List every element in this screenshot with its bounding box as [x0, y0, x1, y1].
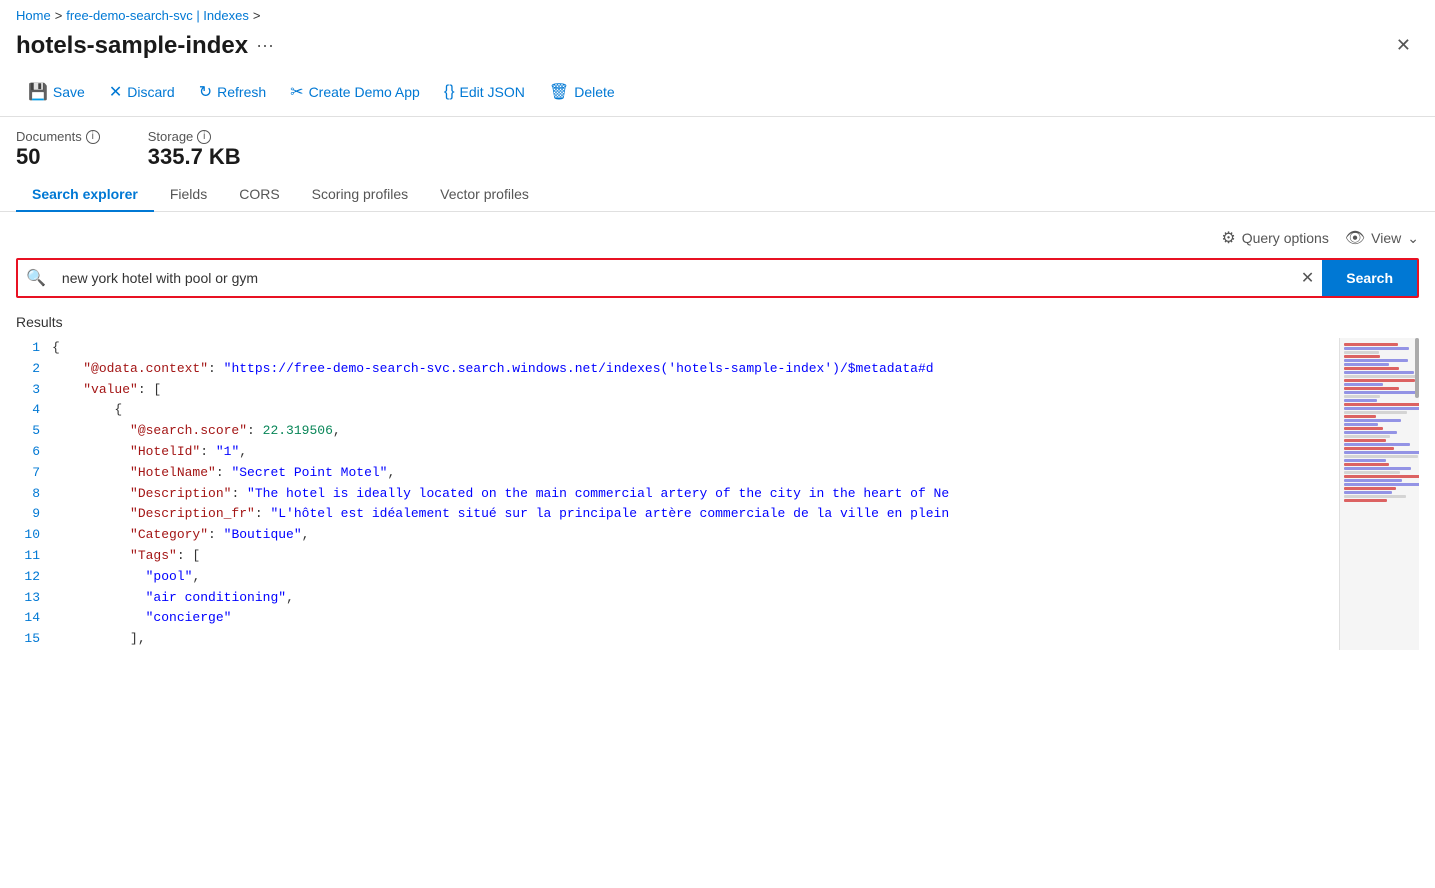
code-line: "value": [	[52, 380, 1339, 401]
line-number: 10	[16, 525, 40, 546]
discard-icon: ✕	[109, 82, 122, 102]
documents-info-icon: i	[86, 130, 100, 144]
code-line: "Description": "The hotel is ideally loc…	[52, 484, 1339, 505]
line-number: 9	[16, 504, 40, 525]
breadcrumb-sep1: >	[55, 8, 63, 23]
close-button[interactable]: ✕	[1388, 31, 1419, 60]
breadcrumb: Home > free-demo-search-svc | Indexes >	[0, 0, 1435, 27]
code-line: "@odata.context": "https://free-demo-sea…	[52, 359, 1339, 380]
breadcrumb-sep2: >	[253, 8, 261, 23]
code-line: "HotelName": "Secret Point Motel",	[52, 463, 1339, 484]
code-line: ],	[52, 629, 1339, 650]
line-number: 5	[16, 421, 40, 442]
breadcrumb-home[interactable]: Home	[16, 8, 51, 23]
page-title: hotels-sample-index	[16, 32, 248, 60]
minimap	[1339, 338, 1419, 650]
line-number: 7	[16, 463, 40, 484]
line-number: 6	[16, 442, 40, 463]
code-line: "Category": "Boutique",	[52, 525, 1339, 546]
documents-stat: Documents i 50	[16, 129, 100, 170]
toolbar: 💾 Save ✕ Discard ↻ Refresh ✂ Create Demo…	[0, 68, 1435, 117]
line-number: 1	[16, 338, 40, 359]
tab-scoring-profiles[interactable]: Scoring profiles	[296, 178, 425, 212]
search-magnifier-icon: 🔍	[26, 268, 46, 288]
search-submit-button[interactable]: Search	[1322, 260, 1417, 296]
line-number: 8	[16, 484, 40, 505]
save-icon: 💾	[28, 82, 48, 102]
search-clear-button[interactable]: ✕	[1293, 260, 1322, 296]
storage-info-icon: i	[197, 130, 211, 144]
tab-cors[interactable]: CORS	[223, 178, 295, 212]
line-number: 3	[16, 380, 40, 401]
edit-json-button[interactable]: {} Edit JSON	[432, 77, 537, 107]
documents-value: 50	[16, 144, 100, 170]
results-label: Results	[16, 314, 1419, 330]
line-number: 15	[16, 629, 40, 650]
discard-button[interactable]: ✕ Discard	[97, 76, 187, 108]
line-number: 13	[16, 588, 40, 609]
storage-stat: Storage i 335.7 KB	[148, 129, 241, 170]
delete-icon: 🗑	[549, 82, 569, 102]
code-line: "concierge"	[52, 608, 1339, 629]
documents-label: Documents	[16, 129, 82, 144]
gear-icon: ⚙	[1221, 228, 1235, 248]
query-options-button[interactable]: ⚙ Query options	[1221, 228, 1329, 248]
line-number: 2	[16, 359, 40, 380]
line-numbers: 123456789101112131415	[16, 338, 52, 650]
code-line: {	[52, 338, 1339, 359]
results-area: Results 123456789101112131415 { "@odata.…	[0, 306, 1435, 658]
code-line: "pool",	[52, 567, 1339, 588]
refresh-icon: ↻	[199, 82, 212, 102]
code-content: { "@odata.context": "https://free-demo-s…	[52, 338, 1339, 650]
view-icon: 👁	[1345, 228, 1365, 248]
search-input[interactable]	[54, 260, 1293, 296]
save-button[interactable]: 💾 Save	[16, 76, 97, 108]
edit-json-icon: {}	[444, 83, 455, 101]
line-number: 12	[16, 567, 40, 588]
stats-row: Documents i 50 Storage i 335.7 KB	[0, 117, 1435, 178]
search-box: 🔍 ✕ Search	[16, 258, 1419, 298]
code-line: "Tags": [	[52, 546, 1339, 567]
page-header: hotels-sample-index ··· ✕	[0, 27, 1435, 68]
tab-search-explorer[interactable]: Search explorer	[16, 178, 154, 212]
create-demo-app-button[interactable]: ✂ Create Demo App	[278, 76, 432, 108]
minimap-scrollbar[interactable]	[1415, 338, 1419, 398]
search-area: ⚙ Query options 👁 View ⌄ 🔍 ✕ Search	[0, 212, 1435, 306]
tab-vector-profiles[interactable]: Vector profiles	[424, 178, 545, 212]
tabs: Search explorerFieldsCORSScoring profile…	[0, 178, 1435, 212]
line-number: 11	[16, 546, 40, 567]
minimap-content	[1340, 338, 1419, 507]
storage-label: Storage	[148, 129, 194, 144]
delete-button[interactable]: 🗑 Delete	[537, 76, 627, 108]
code-line: "air conditioning",	[52, 588, 1339, 609]
chevron-down-icon: ⌄	[1407, 230, 1419, 247]
view-button[interactable]: 👁 View ⌄	[1345, 228, 1419, 248]
breadcrumb-service[interactable]: free-demo-search-svc | Indexes	[66, 8, 249, 23]
storage-value: 335.7 KB	[148, 144, 241, 170]
line-number: 14	[16, 608, 40, 629]
code-line: "Description_fr": "L'hôtel est idéalemen…	[52, 504, 1339, 525]
code-line: "HotelId": "1",	[52, 442, 1339, 463]
page-options-ellipsis[interactable]: ···	[256, 35, 274, 56]
code-line: "@search.score": 22.319506,	[52, 421, 1339, 442]
tab-fields[interactable]: Fields	[154, 178, 223, 212]
code-block: 123456789101112131415 { "@odata.context"…	[16, 338, 1419, 650]
code-line: {	[52, 400, 1339, 421]
line-number: 4	[16, 400, 40, 421]
create-demo-icon: ✂	[290, 82, 303, 102]
refresh-button[interactable]: ↻ Refresh	[187, 76, 278, 108]
